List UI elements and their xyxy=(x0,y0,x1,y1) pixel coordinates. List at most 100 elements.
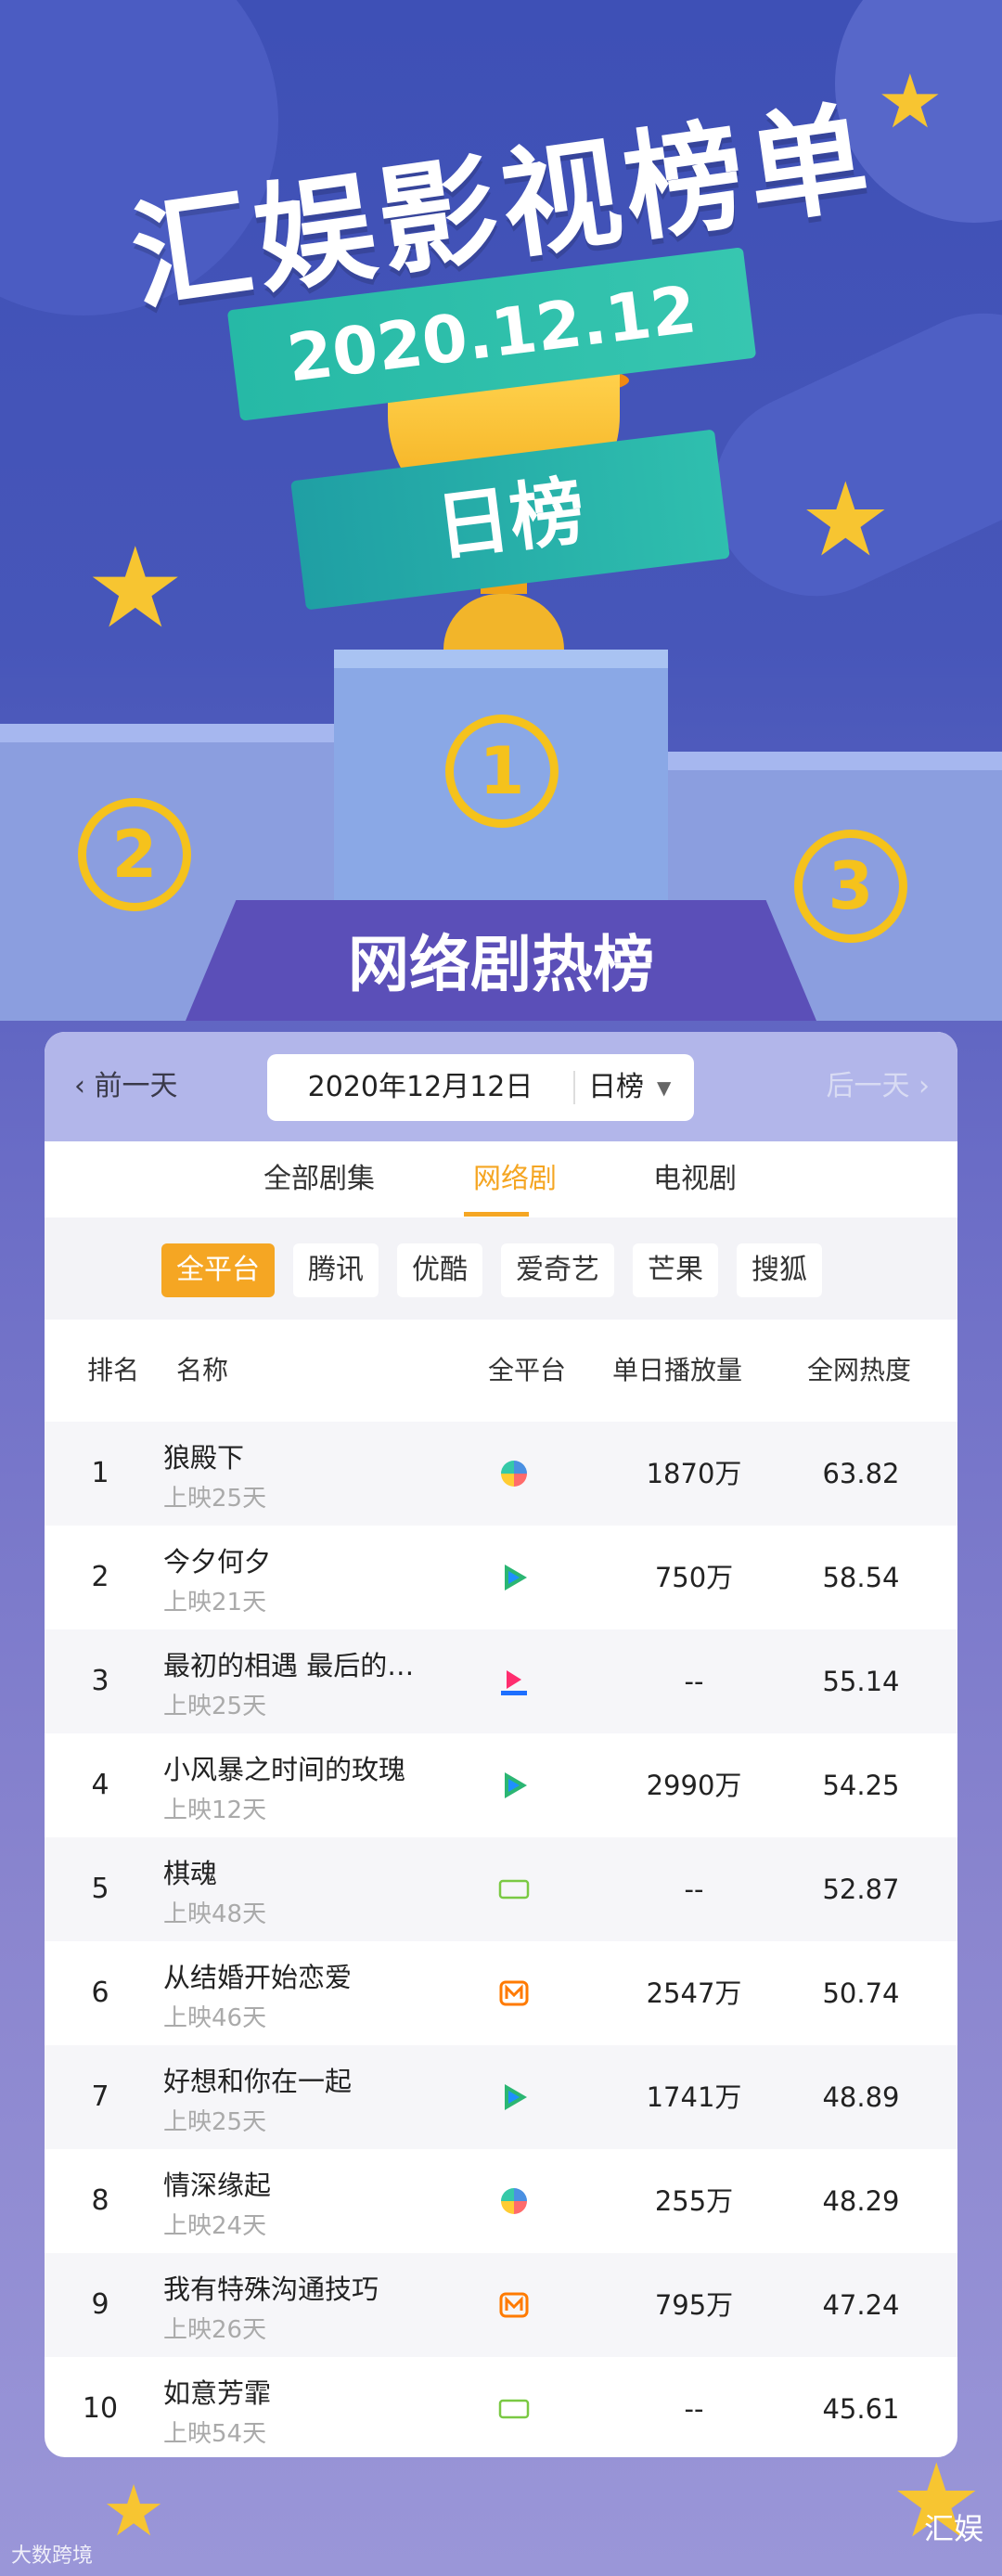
show-title[interactable]: 棋魂 xyxy=(163,1852,442,1891)
chevron-left-icon: ‹ xyxy=(74,1070,95,1102)
divider xyxy=(573,1071,575,1104)
table-row[interactable]: 4 小风暴之时间的玫瑰 上映12天 2990万 54.25 xyxy=(45,1733,957,1837)
show-title[interactable]: 今夕何夕 xyxy=(163,1540,442,1579)
header-plays: 单日播放量 xyxy=(612,1355,743,1385)
release-days: 上映54天 xyxy=(163,2420,267,2448)
daily-plays: -- xyxy=(684,2393,704,2425)
daily-plays: 2547万 xyxy=(646,1977,742,2009)
mango-tv-icon xyxy=(497,1977,531,2010)
medal-first: 1 xyxy=(445,715,559,828)
heat-index: 50.74 xyxy=(822,1977,900,2009)
show-title[interactable]: 最初的相遇 最后的… xyxy=(163,1644,442,1683)
prev-day-label: 前一天 xyxy=(94,1070,178,1102)
daily-plays: 1741万 xyxy=(646,2081,742,2113)
platform-filter: 全平台 腾讯 优酷 爱奇艺 芒果 搜狐 xyxy=(45,1217,957,1320)
table-row[interactable]: 10 如意芳霏 上映54天 -- 45.61 xyxy=(45,2357,957,2457)
tencent-video-icon xyxy=(497,2080,531,2114)
tencent-video-icon xyxy=(497,1561,531,1594)
platform-chip-sohu[interactable]: 搜狐 xyxy=(737,1243,822,1297)
date-value[interactable]: 2020年12月12日 xyxy=(267,1054,573,1121)
section-title: 网络剧热榜 xyxy=(348,929,654,1000)
prev-day-button[interactable]: ‹ 前一天 xyxy=(74,1032,178,1141)
show-title[interactable]: 从结婚开始恋爱 xyxy=(163,1956,442,1995)
category-tabs: 全部剧集 网络剧 电视剧 xyxy=(45,1141,957,1217)
chevron-right-icon: › xyxy=(909,1070,930,1102)
platform-chip-tencent[interactable]: 腾讯 xyxy=(293,1243,379,1297)
header-heat: 全网热度 xyxy=(807,1355,912,1385)
heat-index: 54.25 xyxy=(822,1770,900,1801)
rank-number: 8 xyxy=(91,2184,109,2217)
daily-plays: -- xyxy=(684,1666,704,1697)
rank-number: 6 xyxy=(91,1977,109,2009)
table-row[interactable]: 1 狼殿下 上映25天 1870万 63.82 xyxy=(45,1422,957,1526)
header-rank: 排名 xyxy=(87,1355,140,1385)
iqiyi-icon xyxy=(497,1873,531,1906)
table-row[interactable]: 9 我有特殊沟通技巧 上映26天 795万 47.24 xyxy=(45,2253,957,2357)
heat-index: 48.89 xyxy=(822,2081,900,2113)
caret-down-icon[interactable]: ▼ xyxy=(657,1054,671,1121)
daily-plays: 795万 xyxy=(654,2289,734,2321)
star-icon: ★ xyxy=(85,524,186,653)
hero-banner: 汇娱影视榜单 2020.12.12 日榜 1 2 3 网络剧热榜 ★ ★ ★ xyxy=(0,0,1002,1039)
show-title[interactable]: 小风暴之时间的玫瑰 xyxy=(163,1748,442,1787)
show-title[interactable]: 好想和你在一起 xyxy=(163,2060,442,2099)
release-days: 上映46天 xyxy=(163,2004,267,2032)
tab-all-series[interactable]: 全部剧集 xyxy=(263,1141,375,1217)
tab-web-series[interactable]: 网络剧 xyxy=(473,1141,557,1217)
table-row[interactable]: 2 今夕何夕上映21天 750万 58.54 xyxy=(45,1526,957,1629)
show-title[interactable]: 如意芳霏 xyxy=(163,2372,442,2411)
rank-number: 1 xyxy=(91,1457,109,1489)
date-navigator: ‹ 前一天 2020年12月12日 日榜 ▼ 后一天 › xyxy=(45,1032,957,1141)
release-days: 上映25天 xyxy=(163,1485,267,1513)
range-select[interactable]: 日榜 xyxy=(588,1054,644,1121)
rank-number: 10 xyxy=(82,2392,119,2425)
daily-plays: 255万 xyxy=(654,2185,734,2217)
next-day-button[interactable]: 后一天 › xyxy=(826,1032,930,1141)
header-name: 名称 xyxy=(176,1355,229,1385)
platform-chip-mango[interactable]: 芒果 xyxy=(633,1243,718,1297)
heat-index: 58.54 xyxy=(822,1562,900,1593)
table-row[interactable]: 5 棋魂 上映48天 -- 52.87 xyxy=(45,1837,957,1941)
show-title[interactable]: 我有特殊沟通技巧 xyxy=(163,2268,442,2307)
star-icon: ★ xyxy=(800,460,892,579)
table-row[interactable]: 3 最初的相遇 最后的… 上映25天 -- 55.14 xyxy=(45,1629,957,1733)
table-row[interactable]: 8 情深缘起 上映24天 255万 48.29 xyxy=(45,2149,957,2253)
daily-plays: 2990万 xyxy=(646,1770,742,1801)
multi-platform-icon xyxy=(497,2184,531,2218)
youku-icon xyxy=(497,1665,531,1698)
release-days: 上映21天 xyxy=(163,1589,267,1616)
iqiyi-icon xyxy=(497,2392,531,2426)
brand-label: 汇娱 xyxy=(923,2511,983,2546)
platform-chip-iqiyi[interactable]: 爱奇艺 xyxy=(501,1243,614,1297)
platform-chip-all[interactable]: 全平台 xyxy=(161,1243,275,1297)
table-row[interactable]: 6 从结婚开始恋爱上映46天 2547万 50.74 xyxy=(45,1941,957,2045)
tencent-video-icon xyxy=(497,1769,531,1802)
watermark: 大数跨境 xyxy=(11,2544,94,2568)
table-row[interactable]: 7 好想和你在一起上映25天 1741万 48.89 xyxy=(45,2045,957,2149)
rank-number: 2 xyxy=(91,1561,109,1593)
show-title[interactable]: 狼殿下 xyxy=(163,1436,442,1475)
release-days: 上映25天 xyxy=(163,2108,267,2136)
header-subtitle: 日榜 xyxy=(430,467,590,572)
star-icon: ★ xyxy=(102,2469,166,2552)
release-days: 上映12天 xyxy=(163,1797,267,1824)
heat-index: 47.24 xyxy=(822,2289,900,2321)
medal-second: 2 xyxy=(78,798,191,911)
release-days: 上映25天 xyxy=(163,1693,267,1720)
release-days: 上映48天 xyxy=(163,1900,267,1928)
daily-plays: -- xyxy=(684,1874,704,1905)
daily-plays: 750万 xyxy=(654,1562,734,1593)
heat-index: 55.14 xyxy=(822,1666,900,1697)
star-icon: ★ xyxy=(877,58,944,145)
header-platform: 全平台 xyxy=(488,1355,567,1385)
tab-tv-series[interactable]: 电视剧 xyxy=(653,1141,737,1217)
rank-number: 7 xyxy=(91,2080,109,2113)
next-day-label: 后一天 xyxy=(826,1070,910,1102)
heat-index: 63.82 xyxy=(822,1458,900,1489)
platform-chip-youku[interactable]: 优酷 xyxy=(397,1243,482,1297)
active-tab-indicator xyxy=(464,1212,529,1217)
show-title[interactable]: 情深缘起 xyxy=(163,2164,442,2203)
ranking-card: ‹ 前一天 2020年12月12日 日榜 ▼ 后一天 › 全部剧集 网络剧 电视… xyxy=(45,1032,957,2457)
heat-index: 52.87 xyxy=(822,1874,900,1905)
date-selector[interactable]: 2020年12月12日 日榜 ▼ xyxy=(267,1054,694,1121)
